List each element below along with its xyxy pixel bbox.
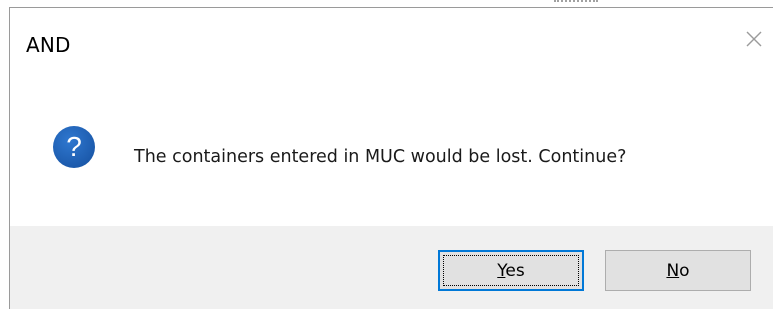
no-mnemonic: N	[666, 260, 680, 281]
no-button[interactable]: No	[605, 250, 751, 291]
no-label-rest: o	[679, 260, 690, 281]
dialog-title: AND	[26, 33, 71, 57]
dialog-button-bar: Yes No	[10, 226, 773, 309]
dialog-message: The containers entered in MUC would be l…	[134, 147, 627, 167]
yes-button[interactable]: Yes	[438, 250, 584, 291]
question-icon: ?	[52, 125, 96, 169]
no-button-label: No	[666, 261, 689, 281]
background-window-artifact	[554, 0, 598, 5]
dialog-titlebar[interactable]: AND	[10, 8, 773, 66]
close-icon	[746, 31, 762, 47]
message-box-dialog: AND ? The containers entered in MUC woul…	[9, 7, 773, 309]
dialog-content: ? The containers entered in MUC would be…	[10, 66, 773, 226]
yes-label-rest: es	[505, 260, 525, 281]
close-button[interactable]	[739, 24, 769, 54]
background-window-edge	[0, 0, 9, 309]
screen: AND ? The containers entered in MUC woul…	[0, 0, 773, 309]
svg-text:?: ?	[66, 131, 82, 162]
yes-button-label: Yes	[497, 261, 524, 281]
